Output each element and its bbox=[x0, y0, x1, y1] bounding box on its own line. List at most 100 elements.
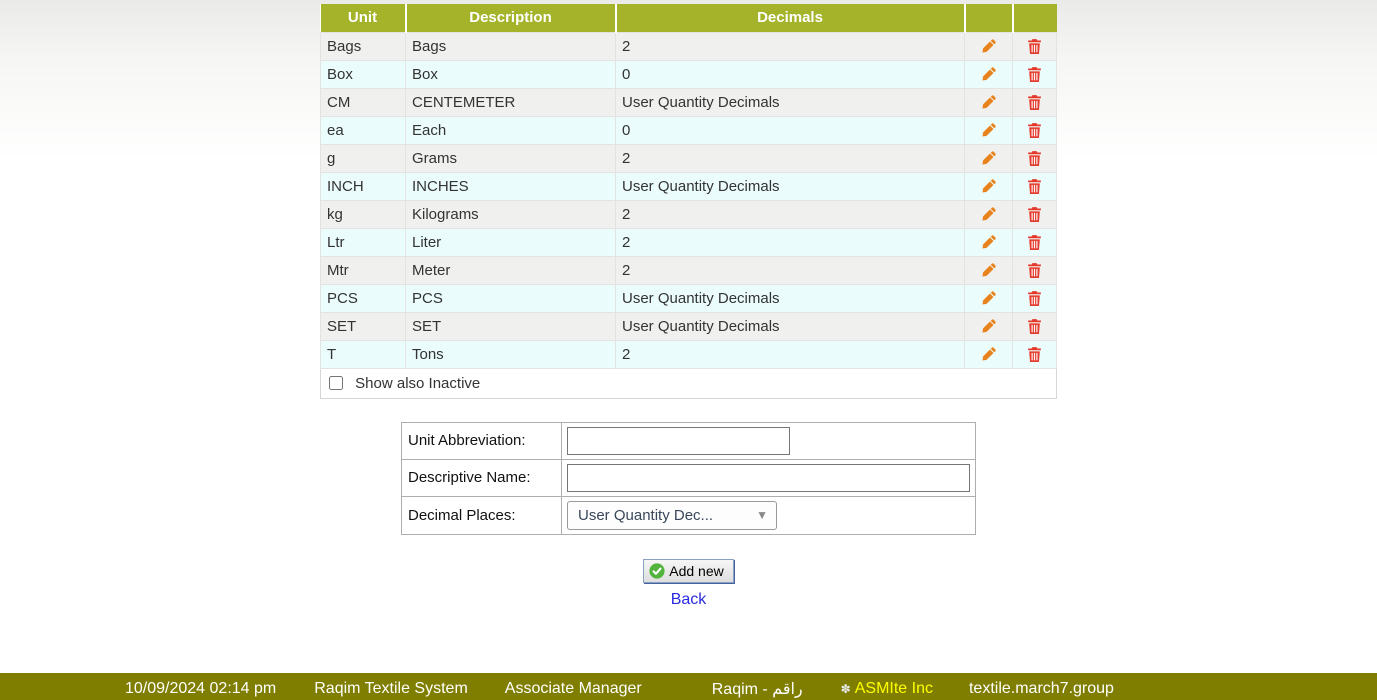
decimals-cell: 2 bbox=[616, 256, 965, 284]
table-row: kg Kilograms 2 bbox=[321, 200, 1057, 228]
description-cell: Box bbox=[406, 60, 616, 88]
pencil-icon bbox=[980, 66, 997, 83]
description-cell: SET bbox=[406, 312, 616, 340]
column-header-description: Description bbox=[406, 4, 616, 32]
delete-button[interactable] bbox=[1026, 317, 1044, 335]
status-bar: 10/09/2024 02:14 pm Raqim Textile System… bbox=[0, 673, 1377, 700]
pencil-icon bbox=[980, 122, 997, 139]
description-cell: Each bbox=[406, 116, 616, 144]
decimals-cell: 0 bbox=[616, 60, 965, 88]
delete-button[interactable] bbox=[1026, 149, 1044, 167]
decimal-places-label: Decimal Places: bbox=[402, 496, 562, 534]
unit-cell: g bbox=[321, 144, 406, 172]
edit-button[interactable] bbox=[980, 205, 998, 223]
column-header-delete bbox=[1013, 4, 1057, 32]
trash-icon bbox=[1026, 290, 1043, 307]
delete-button[interactable] bbox=[1026, 93, 1044, 111]
decimals-cell: 2 bbox=[616, 340, 965, 368]
unit-cell: Mtr bbox=[321, 256, 406, 284]
description-cell: Grams bbox=[406, 144, 616, 172]
trash-icon bbox=[1026, 122, 1043, 139]
pencil-icon bbox=[980, 234, 997, 251]
footer-role: Associate Manager bbox=[505, 680, 642, 698]
edit-button[interactable] bbox=[980, 233, 998, 251]
show-inactive-checkbox[interactable] bbox=[329, 376, 343, 390]
trash-icon bbox=[1026, 66, 1043, 83]
delete-button[interactable] bbox=[1026, 261, 1044, 279]
delete-button[interactable] bbox=[1026, 121, 1044, 139]
edit-button[interactable] bbox=[980, 93, 998, 111]
column-header-unit: Unit bbox=[321, 4, 406, 32]
table-row: g Grams 2 bbox=[321, 144, 1057, 172]
decimal-places-selected-value: User Quantity Dec... bbox=[578, 507, 713, 524]
unit-cell: INCH bbox=[321, 172, 406, 200]
trash-icon bbox=[1026, 318, 1043, 335]
show-inactive-row: Show also Inactive bbox=[321, 368, 1057, 398]
pencil-icon bbox=[980, 206, 997, 223]
delete-button[interactable] bbox=[1026, 37, 1044, 55]
decimals-cell: 2 bbox=[616, 228, 965, 256]
table-row: INCH INCHES User Quantity Decimals bbox=[321, 172, 1057, 200]
edit-button[interactable] bbox=[980, 317, 998, 335]
unit-abbreviation-input[interactable] bbox=[567, 427, 790, 455]
delete-button[interactable] bbox=[1026, 289, 1044, 307]
edit-button[interactable] bbox=[980, 289, 998, 307]
decimal-places-select[interactable]: User Quantity Dec... ▼ bbox=[567, 501, 777, 530]
edit-button[interactable] bbox=[980, 177, 998, 195]
delete-button[interactable] bbox=[1026, 233, 1044, 251]
description-cell: PCS bbox=[406, 284, 616, 312]
decimals-cell: User Quantity Decimals bbox=[616, 88, 965, 116]
table-row: Bags Bags 2 bbox=[321, 32, 1057, 60]
trash-icon bbox=[1026, 346, 1043, 363]
delete-button[interactable] bbox=[1026, 65, 1044, 83]
edit-button[interactable] bbox=[980, 121, 998, 139]
add-new-button[interactable]: Add new bbox=[643, 559, 733, 583]
show-inactive-label: Show also Inactive bbox=[347, 375, 480, 392]
pencil-icon bbox=[980, 318, 997, 335]
edit-button[interactable] bbox=[980, 65, 998, 83]
pencil-icon bbox=[980, 38, 997, 55]
descriptive-name-input[interactable] bbox=[567, 464, 970, 492]
unit-abbreviation-label: Unit Abbreviation: bbox=[402, 422, 562, 459]
column-header-edit bbox=[965, 4, 1013, 32]
description-cell: Kilograms bbox=[406, 200, 616, 228]
table-row: Box Box 0 bbox=[321, 60, 1057, 88]
unit-cell: PCS bbox=[321, 284, 406, 312]
footer-datetime: 10/09/2024 02:14 pm bbox=[125, 680, 276, 698]
back-link[interactable]: Back bbox=[671, 591, 707, 608]
description-cell: Liter bbox=[406, 228, 616, 256]
footer-company-link[interactable]: ✽ASMIte Inc bbox=[841, 680, 933, 698]
edit-button[interactable] bbox=[980, 345, 998, 363]
add-new-label: Add new bbox=[669, 563, 723, 579]
pencil-icon bbox=[980, 262, 997, 279]
table-row: CM CENTEMETER User Quantity Decimals bbox=[321, 88, 1057, 116]
edit-button[interactable] bbox=[980, 37, 998, 55]
table-row: T Tons 2 bbox=[321, 340, 1057, 368]
units-table-header-row: Unit Description Decimals bbox=[321, 4, 1057, 32]
units-table: Unit Description Decimals Bags Bags 2 bbox=[320, 4, 1057, 399]
trash-icon bbox=[1026, 262, 1043, 279]
description-cell: Meter bbox=[406, 256, 616, 284]
delete-button[interactable] bbox=[1026, 345, 1044, 363]
units-table-body: Bags Bags 2 Box Box bbox=[321, 32, 1057, 368]
edit-button[interactable] bbox=[980, 261, 998, 279]
description-cell: INCHES bbox=[406, 172, 616, 200]
trash-icon bbox=[1026, 178, 1043, 195]
chevron-down-icon: ▼ bbox=[756, 508, 768, 522]
pencil-icon bbox=[980, 290, 997, 307]
description-cell: CENTEMETER bbox=[406, 88, 616, 116]
trash-icon bbox=[1026, 206, 1043, 223]
check-circle-icon bbox=[649, 563, 665, 579]
decimals-cell: 2 bbox=[616, 144, 965, 172]
edit-button[interactable] bbox=[980, 149, 998, 167]
delete-button[interactable] bbox=[1026, 205, 1044, 223]
descriptive-name-label: Descriptive Name: bbox=[402, 459, 562, 496]
pencil-icon bbox=[980, 178, 997, 195]
unit-cell: kg bbox=[321, 200, 406, 228]
pencil-icon bbox=[980, 94, 997, 111]
delete-button[interactable] bbox=[1026, 177, 1044, 195]
decimals-cell: User Quantity Decimals bbox=[616, 284, 965, 312]
trash-icon bbox=[1026, 234, 1043, 251]
unit-cell: ea bbox=[321, 116, 406, 144]
footer-system-name: Raqim Textile System bbox=[314, 680, 468, 698]
